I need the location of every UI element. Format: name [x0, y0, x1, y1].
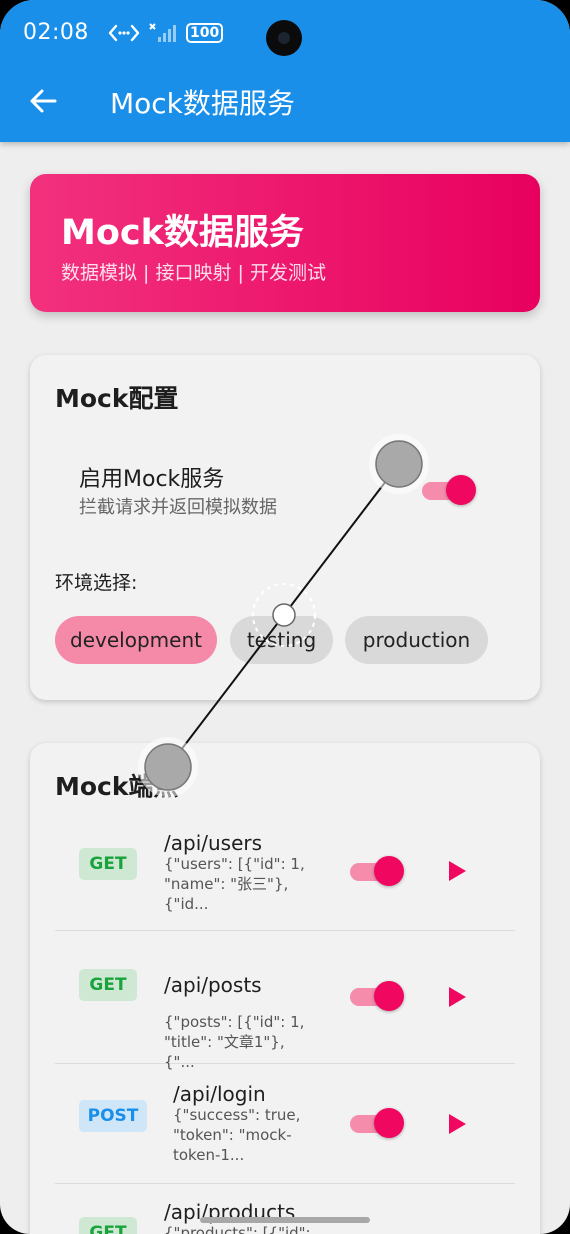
- camera-cutout: [266, 20, 302, 56]
- test-endpoint-button[interactable]: [445, 985, 469, 1009]
- endpoint-path: /api/users: [164, 831, 263, 855]
- endpoint-enable-switch[interactable]: [350, 856, 404, 886]
- endpoints-card-title: Mock端点: [55, 772, 179, 801]
- home-indicator[interactable]: [200, 1217, 370, 1223]
- test-endpoint-button[interactable]: [445, 859, 469, 883]
- config-card-title: Mock配置: [55, 384, 179, 413]
- endpoint-enable-switch[interactable]: [350, 981, 404, 1011]
- env-chip-testing[interactable]: testing: [230, 616, 333, 664]
- switch-thumb: [374, 1108, 404, 1138]
- method-badge-get: GET: [79, 848, 137, 880]
- hero-title: Mock数据服务: [61, 213, 304, 253]
- switch-thumb: [446, 475, 476, 505]
- switch-thumb: [374, 981, 404, 1011]
- mock-config-card: Mock配置 启用Mock服务 拦截请求并返回模拟数据 环境选择: develo…: [30, 355, 540, 700]
- status-time: 02:08: [23, 20, 89, 45]
- endpoint-path: /api/posts: [164, 973, 262, 997]
- test-endpoint-button[interactable]: [445, 1112, 469, 1136]
- hero-subtitle: 数据模拟 | 接口映射 | 开发测试: [61, 262, 326, 284]
- data-transfer-icon: [108, 24, 140, 42]
- hero-banner: Mock数据服务 数据模拟 | 接口映射 | 开发测试: [30, 174, 540, 312]
- env-chip-development[interactable]: development: [55, 616, 217, 664]
- method-badge-get: GET: [79, 969, 137, 1001]
- endpoint-response-preview: {"products": [{"id":: [164, 1224, 311, 1234]
- enable-mock-switch[interactable]: [422, 475, 476, 505]
- app-bar: 02:08 100 Mock数据服务: [0, 0, 570, 142]
- play-icon: [449, 861, 466, 881]
- play-icon: [449, 987, 466, 1007]
- enable-mock-title: 启用Mock服务: [79, 467, 225, 492]
- switch-thumb: [374, 856, 404, 886]
- mock-endpoints-card: Mock端点 GET /api/users {"users": [{"id": …: [30, 743, 540, 1234]
- enable-mock-subtitle: 拦截请求并返回模拟数据: [79, 497, 277, 518]
- arrow-back-icon: [30, 89, 57, 113]
- endpoint-row[interactable]: GET /api/posts {"posts": [{"id": 1, "tit…: [55, 931, 515, 1071]
- endpoint-row[interactable]: GET /api/users {"users": [{"id": 1, "nam…: [55, 813, 515, 931]
- method-badge-post: POST: [79, 1100, 147, 1132]
- page-title: Mock数据服务: [110, 87, 295, 120]
- env-label: 环境选择:: [55, 572, 138, 594]
- method-badge-get: GET: [79, 1217, 137, 1234]
- endpoint-row[interactable]: POST /api/login {"success": true, "token…: [55, 1064, 515, 1184]
- play-icon: [449, 1114, 466, 1134]
- phone-screen: 02:08 100 Mock数据服务 Mock数据服务 数据模拟 | 接口映射 …: [0, 0, 570, 1234]
- endpoint-enable-switch[interactable]: [350, 1108, 404, 1138]
- endpoint-response-preview: {"posts": [{"id": 1, "title": "文章1"}, {"…: [164, 1013, 305, 1071]
- status-icons: 100: [108, 22, 224, 44]
- battery-icon: 100: [186, 23, 224, 43]
- signal-icon: [149, 23, 176, 42]
- env-chip-production[interactable]: production: [345, 616, 488, 664]
- endpoint-response-preview: {"success": true, "token": "mock- token-…: [173, 1106, 301, 1164]
- endpoint-response-preview: {"users": [{"id": 1, "name": "张三"}, {"id…: [164, 855, 305, 913]
- back-button[interactable]: [26, 84, 60, 118]
- endpoint-row[interactable]: GET /api/products {"products": [{"id":: [55, 1184, 515, 1234]
- endpoint-path: /api/login: [173, 1082, 266, 1106]
